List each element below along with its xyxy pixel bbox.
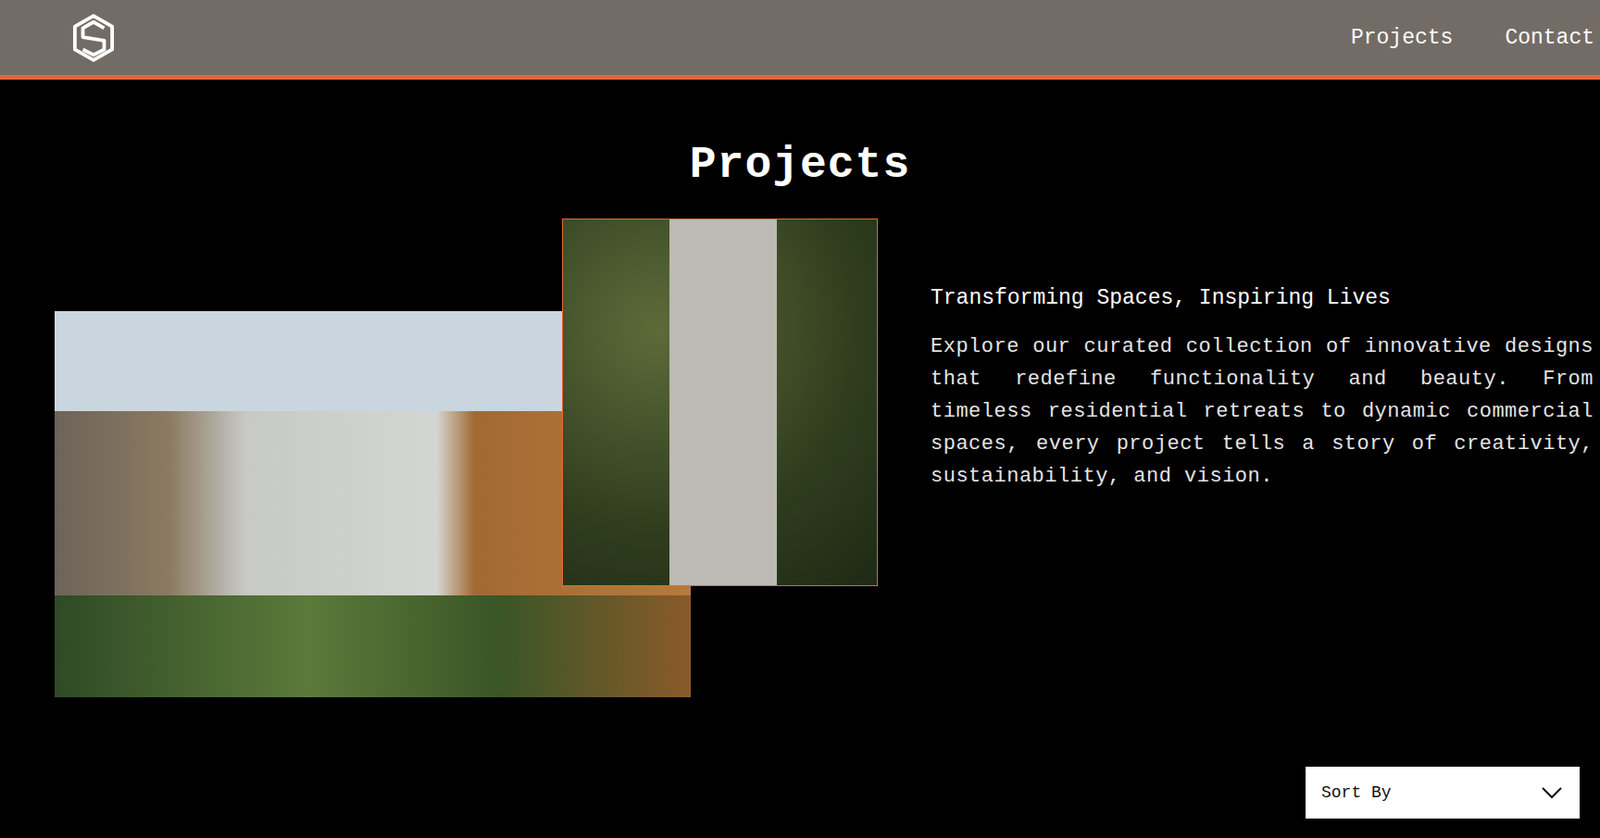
- aerial-photo: [562, 218, 878, 587]
- photo-gallery: [54, 218, 878, 698]
- nav-link[interactable]: Projects: [1350, 25, 1453, 50]
- chevron-down-icon: [1540, 786, 1563, 800]
- sort-label: Sort By: [1321, 783, 1392, 802]
- sort-row: Sort By: [0, 766, 1600, 819]
- intro-text: Transforming Spaces, Inspiring Lives Expl…: [930, 218, 1594, 698]
- intro-heading: Transforming Spaces, Inspiring Lives: [930, 285, 1594, 313]
- sort-dropdown[interactable]: Sort By: [1305, 766, 1580, 819]
- intro-body: Explore our curated collection of innova…: [930, 330, 1594, 493]
- nav-link[interactable]: Contact: [1504, 25, 1595, 50]
- intro-section: Transforming Spaces, Inspiring Lives Expl…: [0, 218, 1600, 698]
- logo-icon[interactable]: [72, 13, 115, 63]
- top-bar: Projects Contact: [0, 0, 1600, 80]
- page-title: Projects: [0, 138, 1600, 193]
- main-nav: Projects Contact: [1350, 25, 1595, 50]
- projects-page: Projects Contact Projects Transforming Spac…: [0, 0, 1600, 838]
